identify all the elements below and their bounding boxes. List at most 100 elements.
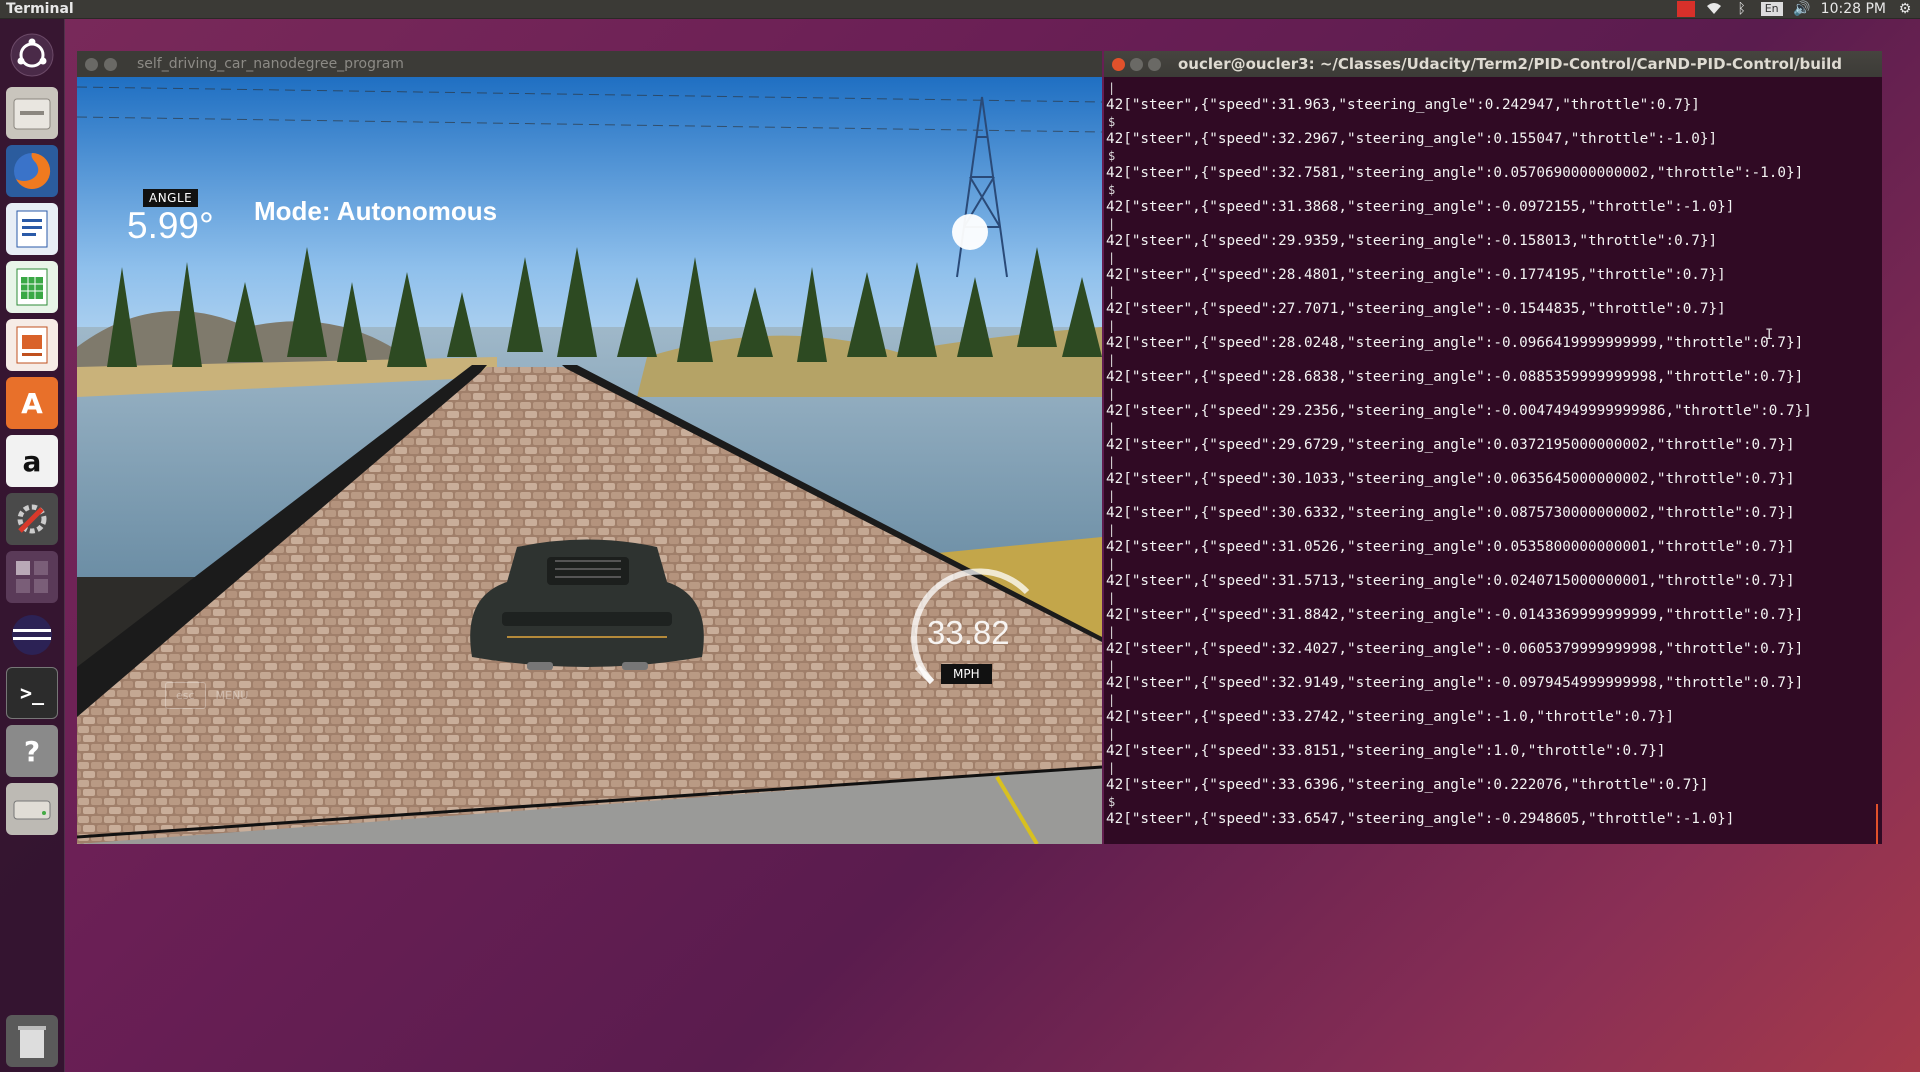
terminal-line-prefix: | — [1108, 421, 1116, 435]
terminal-line-prefix: | — [1108, 489, 1116, 503]
close-icon[interactable] — [1112, 57, 1125, 71]
mode-indicator: Mode: Autonomous — [254, 196, 498, 226]
terminal-line: | 42["steer",{"speed":27.7071,"steering_a… — [1106, 285, 1882, 319]
amazon-icon[interactable]: a — [6, 435, 58, 487]
terminal-line-text: 42["steer",{"speed":28.4801,"steering_an… — [1106, 267, 1726, 283]
speed-unit-label: MPH — [941, 664, 992, 684]
text-cursor-icon: I — [1765, 327, 1774, 343]
terminal-line-text: 42["steer",{"speed":27.7071,"steering_an… — [1106, 301, 1726, 317]
terminal-line: | 42["steer",{"speed":33.8151,"steering_a… — [1106, 727, 1882, 761]
terminal-line-prefix: | — [1108, 251, 1116, 265]
terminal-line: | 42["steer",{"speed":33.2742,"steering_a… — [1106, 693, 1882, 727]
wifi-icon[interactable] — [1705, 1, 1723, 17]
gear-icon[interactable]: ⚙ — [1896, 1, 1914, 17]
system-tray: ᛒ En 🔊 10:28 PM ⚙ — [1676, 1, 1914, 17]
simulator-viewport[interactable]: ANGLE 5.99° Mode: Autonomous 33.82 MPH e… — [77, 77, 1102, 844]
terminal-line-text: 42["steer",{"speed":33.6396,"steering_an… — [1106, 777, 1709, 793]
terminal-line: | 42["steer",{"speed":29.9359,"steering_a… — [1106, 217, 1882, 251]
recording-indicator-icon[interactable] — [1676, 1, 1695, 17]
launcher: A a >_ ? — [0, 19, 65, 1072]
simulator-title: self_driving_car_nanodegree_program — [137, 56, 404, 72]
terminal-line-text: 42["steer",{"speed":29.2356,"steering_an… — [1106, 403, 1812, 419]
bluetooth-icon[interactable]: ᛒ — [1733, 1, 1751, 17]
ubuntu-dash-icon[interactable] — [6, 29, 58, 81]
help-icon[interactable]: ? — [6, 725, 58, 777]
volume-icon[interactable]: 🔊 — [1793, 1, 1811, 17]
terminal-line: | 42["steer",{"speed":32.9149,"steering_a… — [1106, 659, 1882, 693]
terminal-line: | 42["steer",{"speed":33.6396,"steering_a… — [1106, 761, 1882, 795]
terminal-line-text: 42["steer",{"speed":33.6547,"steering_an… — [1106, 811, 1735, 827]
terminal-line-prefix: | — [1108, 693, 1116, 707]
active-app-name: Terminal — [6, 1, 74, 17]
terminal-line-text: 42["steer",{"speed":29.9359,"steering_an… — [1106, 233, 1718, 249]
terminal-line: $42["steer",{"speed":31.3868,"steering_a… — [1106, 183, 1882, 217]
driving-scene — [77, 77, 1102, 844]
system-settings-icon[interactable] — [6, 493, 58, 545]
firefox-icon[interactable] — [6, 145, 58, 197]
minimize-icon[interactable] — [1130, 57, 1143, 71]
terminal-line-text: 42["steer",{"speed":33.8151,"steering_an… — [1106, 743, 1666, 759]
angle-value: 5.99° — [127, 205, 214, 246]
terminal-line-prefix: $ — [1108, 149, 1116, 163]
software-center-icon[interactable]: A — [6, 377, 58, 429]
terminal-line-text: 42["steer",{"speed":32.7581,"steering_an… — [1106, 165, 1804, 181]
simulator-titlebar[interactable]: self_driving_car_nanodegree_program — [77, 51, 1102, 77]
terminal-line-prefix: $ — [1108, 795, 1116, 809]
terminal-line: | 42["steer",{"speed":31.963,"steering_an… — [1106, 81, 1882, 115]
terminal-scrollbar[interactable] — [1876, 804, 1878, 844]
terminal-output[interactable]: | 42["steer",{"speed":31.963,"steering_an… — [1104, 77, 1882, 844]
terminal-line-prefix: $ — [1108, 183, 1116, 197]
terminal-line: | 42["steer",{"speed":28.4801,"steering_a… — [1106, 251, 1882, 285]
terminal-icon[interactable]: >_ — [6, 667, 58, 719]
terminal-line-text: 42["steer",{"speed":32.9149,"steering_an… — [1106, 675, 1804, 691]
speedometer-value: 33.82 — [927, 614, 1010, 651]
terminal-line-text: 42["steer",{"speed":31.5713,"steering_an… — [1106, 573, 1795, 589]
terminal-line-text: 42["steer",{"speed":31.8842,"steering_an… — [1106, 607, 1804, 623]
terminal-line: | 42["steer",{"speed":31.8842,"steering_a… — [1106, 591, 1882, 625]
terminal-line-prefix: | — [1108, 523, 1116, 537]
terminal-line: $42["steer",{"speed":32.2967,"steering_a… — [1106, 115, 1882, 149]
terminal-line-text: 42["steer",{"speed":30.6332,"steering_an… — [1106, 505, 1795, 521]
clock[interactable]: 10:28 PM — [1821, 1, 1886, 17]
simulator-window[interactable]: self_driving_car_nanodegree_program ANGL… — [77, 51, 1102, 844]
terminal-line-prefix: | — [1108, 353, 1116, 367]
terminal-line: | 42["steer",{"speed":31.5713,"steering_a… — [1106, 557, 1882, 591]
close-icon[interactable] — [85, 57, 98, 71]
trash-icon[interactable] — [6, 1015, 58, 1067]
terminal-line-text: 42["steer",{"speed":31.3868,"steering_an… — [1106, 199, 1735, 215]
terminal-line-text: 42["steer",{"speed":28.6838,"steering_an… — [1106, 369, 1804, 385]
maximize-icon[interactable] — [1148, 57, 1161, 71]
eclipse-icon[interactable] — [6, 609, 58, 661]
terminal-line: | 42["steer",{"speed":31.0526,"steering_a… — [1106, 523, 1882, 557]
minimize-icon[interactable] — [104, 57, 117, 71]
terminal-line-text: 42["steer",{"speed":28.0248,"steering_an… — [1106, 335, 1804, 351]
terminal-line-prefix: $ — [1108, 115, 1116, 129]
terminal-line: | 42["steer",{"speed":30.6332,"steering_a… — [1106, 489, 1882, 523]
esc-menu-hint[interactable]: esc MENU — [165, 682, 248, 709]
terminal-line-prefix: | — [1108, 319, 1116, 333]
terminal-title: oucler@oucler3: ~/Classes/Udacity/Term2/… — [1178, 55, 1842, 73]
terminal-line-text: 42["steer",{"speed":32.4027,"steering_an… — [1106, 641, 1804, 657]
terminal-line-text: 42["steer",{"speed":31.0526,"steering_an… — [1106, 539, 1795, 555]
terminal-line: | 42["steer",{"speed":28.6838,"steering_a… — [1106, 353, 1882, 387]
impress-icon[interactable] — [6, 319, 58, 371]
esc-key[interactable]: esc — [165, 682, 206, 709]
terminal-line-prefix: | — [1108, 557, 1116, 571]
keyboard-layout-indicator[interactable]: En — [1760, 2, 1783, 16]
writer-icon[interactable] — [6, 203, 58, 255]
terminal-line: | 42["steer",{"speed":30.1033,"steering_a… — [1106, 455, 1882, 489]
drive-icon[interactable] — [6, 783, 58, 835]
files-icon[interactable] — [6, 87, 58, 139]
terminal-titlebar[interactable]: oucler@oucler3: ~/Classes/Udacity/Term2/… — [1104, 51, 1882, 77]
calc-icon[interactable] — [6, 261, 58, 313]
terminal-line: $42["steer",{"speed":32.7581,"steering_a… — [1106, 149, 1882, 183]
terminal-line-text: 42["steer",{"speed":31.963,"steering_ang… — [1106, 97, 1700, 113]
terminal-window[interactable]: oucler@oucler3: ~/Classes/Udacity/Term2/… — [1104, 51, 1882, 844]
terminal-line-prefix: | — [1108, 591, 1116, 605]
terminal-line: $42["steer",{"speed":33.6547,"steering_a… — [1106, 795, 1882, 829]
terminal-line-text: 42["steer",{"speed":29.6729,"steering_an… — [1106, 437, 1795, 453]
terminal-line-prefix: | — [1108, 455, 1116, 469]
workspace-switcher-icon[interactable] — [6, 551, 58, 603]
terminal-line-prefix: | — [1108, 625, 1116, 639]
terminal-line: | 42["steer",{"speed":29.2356,"steering_a… — [1106, 387, 1882, 421]
